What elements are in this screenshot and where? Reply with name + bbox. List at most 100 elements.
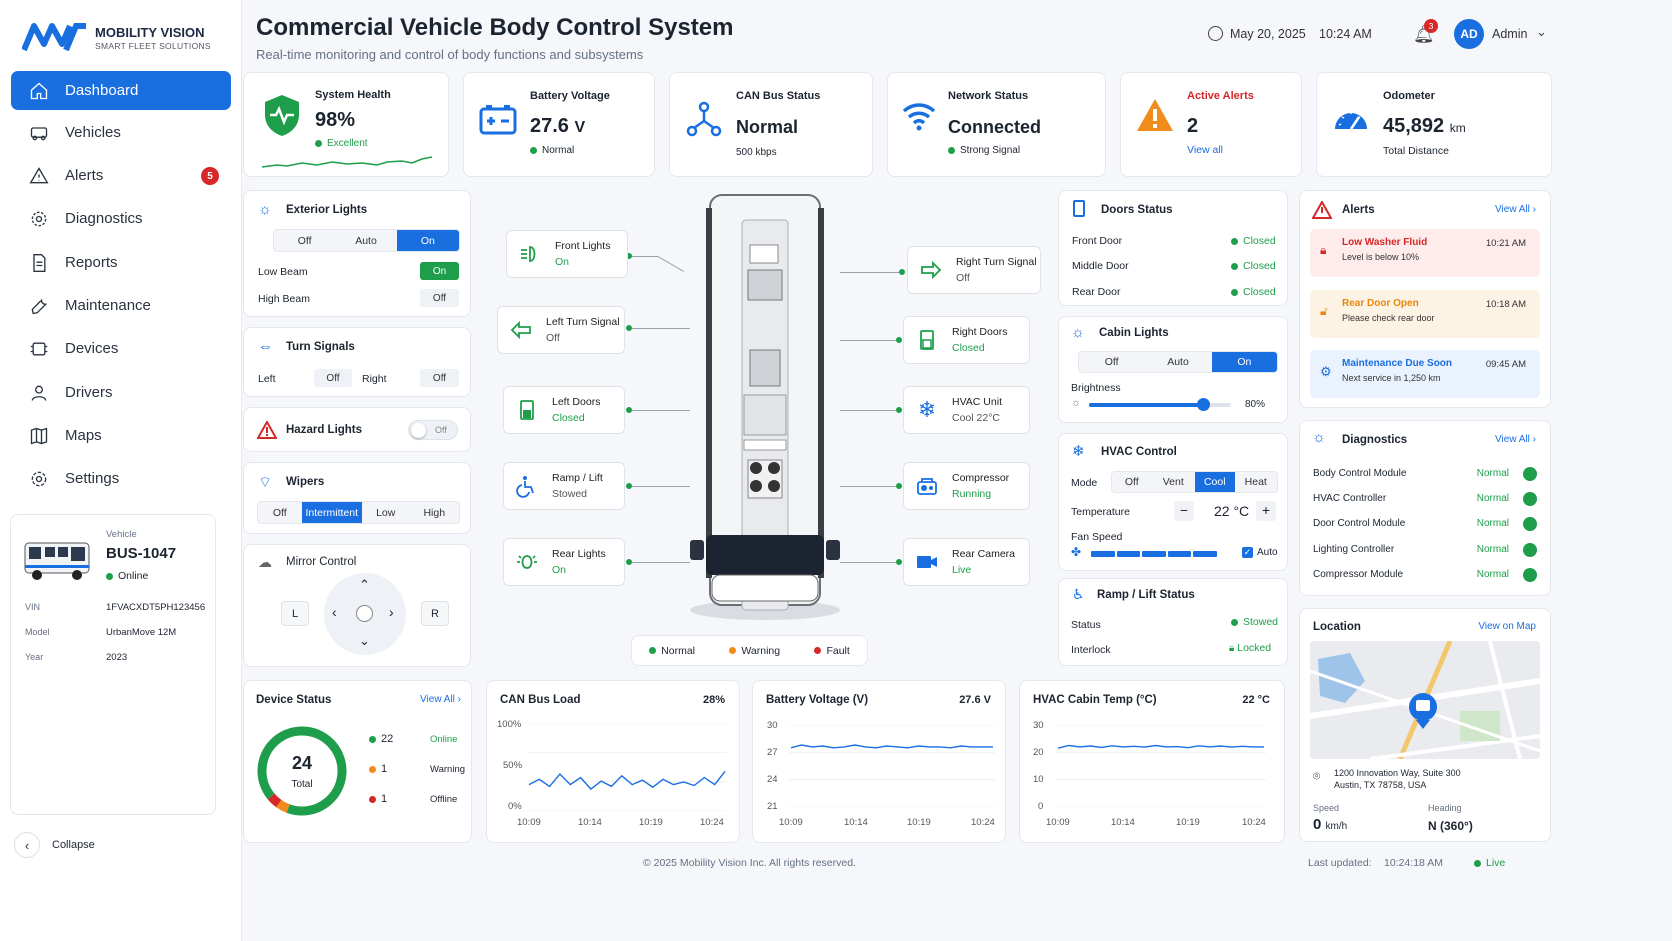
heading-value: N (360°) <box>1428 819 1473 833</box>
alert-low-washer[interactable]: 🔒︎ Low Washer Fluid Level is below 10% 1… <box>1310 229 1540 277</box>
component-front-lights[interactable]: Front Lights On <box>506 230 628 278</box>
right-signal-toggle[interactable]: Off <box>420 369 459 387</box>
alerts-badge: 5 <box>201 167 219 185</box>
connector <box>840 486 902 487</box>
low-beam-label: Low Beam <box>258 266 308 278</box>
component-state: Cool 22°C <box>952 412 1000 424</box>
mirror-down-button[interactable]: ⌄ <box>359 633 370 649</box>
cabin-off[interactable]: Off <box>1079 352 1144 372</box>
view-on-map-link[interactable]: View on Map <box>1478 621 1536 632</box>
hvac-heat[interactable]: Heat <box>1235 472 1277 492</box>
temp-increase-button[interactable]: + <box>1256 501 1276 521</box>
diag-row[interactable]: HVAC Controller Normal <box>1313 492 1537 507</box>
view-all-alerts-link[interactable]: View all <box>1187 144 1223 156</box>
collapse-button[interactable]: ‹ Collapse <box>14 832 95 858</box>
diag-name: HVAC Controller <box>1313 493 1387 504</box>
alert-rear-door[interactable]: 🔓︎ Rear Door Open Please check rear door… <box>1310 290 1540 338</box>
nav-dashboard[interactable]: Dashboard <box>11 71 231 110</box>
component-right-doors[interactable]: Right Doors Closed <box>903 316 1030 364</box>
diag-row[interactable]: Lighting Controller Normal <box>1313 543 1537 558</box>
y-tick: 27 <box>767 747 778 758</box>
component-hvac-unit[interactable]: ❄ HVAC Unit Cool 22°C <box>903 386 1030 434</box>
nav-diagnostics[interactable]: Diagnostics <box>11 199 231 238</box>
left-signal-toggle[interactable]: Off <box>314 369 352 387</box>
auto-checkbox[interactable]: ✓ <box>1242 547 1253 558</box>
alert-maintenance[interactable]: ⚙︎ Maintenance Due Soon Next service in … <box>1310 350 1540 398</box>
hvac-off[interactable]: Off <box>1112 472 1152 492</box>
mirror-left-arrow[interactable]: ‹ <box>332 604 337 620</box>
wiper-intermittent[interactable]: Intermittent <box>301 502 362 523</box>
diag-row[interactable]: Door Control Module Normal <box>1313 517 1537 532</box>
legend-label: Warning <box>741 644 781 657</box>
footer-live-indicator: Live <box>1474 857 1505 869</box>
component-state: Off <box>546 332 560 344</box>
mode-on[interactable]: On <box>396 230 459 251</box>
x-tick: 10:19 <box>1176 817 1200 828</box>
check-icon <box>1523 517 1537 531</box>
high-beam-toggle[interactable]: Off <box>420 289 459 307</box>
location-pin-icon: ⌾ <box>1313 769 1321 783</box>
brightness-thumb[interactable] <box>1196 398 1210 411</box>
cabin-lights-card: ☼ Cabin Lights Off Auto On Brightness ☼ … <box>1058 316 1288 423</box>
nav-alerts[interactable]: Alerts 5 <box>11 156 231 195</box>
mirror-right-button[interactable]: R <box>421 601 449 626</box>
camera-icon <box>914 549 940 575</box>
wiper-off[interactable]: Off <box>258 502 302 523</box>
user-name[interactable]: Admin <box>1492 27 1527 41</box>
brightness-value: 80% <box>1245 399 1266 410</box>
map-view[interactable] <box>1310 641 1540 759</box>
hazard-switch[interactable]: Off <box>408 420 458 440</box>
view-all-alerts-link[interactable]: View All › <box>1495 204 1536 215</box>
diag-row[interactable]: Compressor Module Normal <box>1313 568 1537 583</box>
cabin-auto[interactable]: Auto <box>1144 352 1211 372</box>
diag-row[interactable]: Body Control Module Normal <box>1313 467 1537 482</box>
vehicle-label: Vehicle <box>106 529 137 540</box>
cabin-on[interactable]: On <box>1211 352 1277 372</box>
component-rear-camera[interactable]: Rear Camera Live <box>903 538 1030 586</box>
nav-devices[interactable]: Devices <box>11 329 231 368</box>
donut-total-label: Total <box>291 779 313 790</box>
component-ramp-lift[interactable]: Ramp / Lift Stowed <box>503 462 625 510</box>
status-legend: Normal Warning Fault <box>631 635 868 666</box>
component-right-turn-signal[interactable]: Right Turn Signal Off <box>907 246 1041 294</box>
online-count: 22 <box>369 733 393 745</box>
nav-vehicles[interactable]: Vehicles <box>11 113 231 152</box>
mirror-center-button[interactable] <box>356 605 373 622</box>
nav-maintenance[interactable]: Maintenance <box>11 286 231 325</box>
nav-settings[interactable]: Settings <box>11 459 231 498</box>
kpi-status-text: Excellent <box>327 138 368 149</box>
low-beam-toggle[interactable]: On <box>420 262 459 280</box>
speed-label: Speed <box>1313 803 1340 813</box>
view-all-diagnostics-link[interactable]: View All › <box>1495 434 1536 445</box>
kpi-sub: 500 kbps <box>736 147 777 158</box>
component-left-turn-signal[interactable]: Left Turn Signal Off <box>497 306 625 354</box>
temp-decrease-button[interactable]: − <box>1174 501 1194 521</box>
kpi-status-text: Normal <box>542 145 575 156</box>
mode-off[interactable]: Off <box>274 230 335 251</box>
hvac-cool[interactable]: Cool <box>1194 472 1235 492</box>
component-rear-lights[interactable]: Rear Lights On <box>503 538 625 586</box>
diag-name: Compressor Module <box>1313 569 1404 580</box>
fan-speed-bar[interactable] <box>1091 551 1217 557</box>
component-compressor[interactable]: Compressor Running <box>903 462 1030 510</box>
card-title: Alerts <box>1342 204 1375 216</box>
view-all-devices-link[interactable]: View All › <box>420 694 461 705</box>
nav-reports[interactable]: Reports <box>11 243 231 282</box>
mirror-up-button[interactable]: ⌃ <box>359 577 370 593</box>
wiper-low[interactable]: Low <box>362 502 410 523</box>
page-subtitle: Real-time monitoring and control of body… <box>256 47 644 62</box>
vehicle-status-text: Online <box>118 570 149 582</box>
mirror-right-arrow[interactable]: › <box>389 604 394 620</box>
mirror-left-button[interactable]: L <box>281 601 309 626</box>
nav-drivers[interactable]: Drivers <box>11 373 231 412</box>
mode-auto[interactable]: Auto <box>335 230 396 251</box>
brightness-slider[interactable] <box>1089 398 1231 411</box>
brand-logo[interactable] <box>21 22 92 52</box>
avatar[interactable]: AD <box>1454 19 1484 49</box>
component-left-doors[interactable]: Left Doors Closed <box>503 386 625 434</box>
chevron-down-icon[interactable]: ⌄ <box>1536 24 1547 40</box>
interlock-value: 🔒︎ Locked <box>1229 642 1271 654</box>
wiper-high[interactable]: High <box>410 502 460 523</box>
hvac-vent[interactable]: Vent <box>1152 472 1195 492</box>
nav-maps[interactable]: Maps <box>11 416 231 455</box>
